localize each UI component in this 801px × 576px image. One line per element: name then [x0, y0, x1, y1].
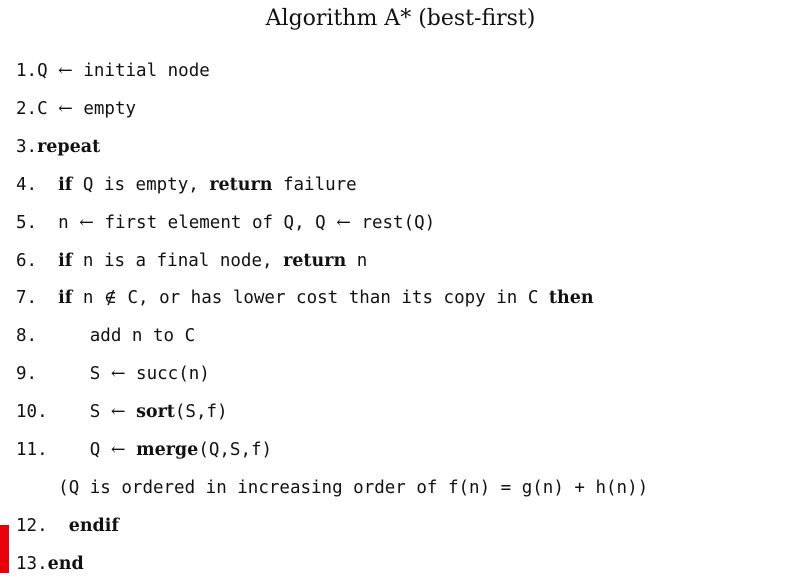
keyword: endif [68, 515, 119, 536]
algorithm-title: Algorithm A* (best-first) [265, 6, 536, 31]
code-text: (Q is ordered in increasing order of f(n… [58, 477, 649, 498]
keyword: repeat [37, 136, 101, 157]
code-text: succ(n) [125, 364, 210, 385]
line-number: 10. [16, 402, 48, 423]
code-text: empty [72, 98, 137, 119]
code-line: 8. add n to C [16, 324, 195, 348]
code-line: 7. if n ∉ C, or has lower cost than its … [16, 286, 594, 310]
code-text: n is a final node, [72, 250, 284, 271]
operator-symbol: ← [336, 212, 351, 233]
code-text: n [72, 288, 104, 309]
red-marker-bar [0, 525, 9, 573]
code-line: 3.repeat [16, 135, 100, 159]
line-number: 6. [16, 250, 38, 271]
operator-symbol: ← [58, 61, 73, 81]
code-line: 13.end [16, 552, 84, 576]
line-number: 11. [16, 440, 48, 460]
keyword: merge [136, 440, 199, 460]
code-line: 12. endif [16, 514, 119, 538]
code-line: (Q is ordered in increasing order of f(n… [16, 476, 648, 500]
code-text: (S,f) [174, 402, 228, 423]
keyword: sort [136, 402, 175, 423]
code-text: C, or has lower cost than its copy in C [116, 288, 549, 309]
keyword: if [58, 174, 73, 195]
operator-symbol: ← [110, 440, 126, 460]
keyword: return [209, 174, 273, 195]
operator-symbol: ∉ [103, 288, 117, 309]
code-line: 10. S ← sort(S,f) [16, 400, 228, 424]
keyword: end [47, 553, 84, 574]
code-text: rest(Q) [350, 212, 436, 233]
code-text: C [37, 98, 59, 119]
line-number: 2. [16, 98, 38, 119]
keyword: if [58, 250, 73, 271]
code-text: n [58, 212, 80, 233]
code-text: n [346, 250, 368, 271]
code-text: first element of Q, Q [93, 212, 337, 233]
code-text: Q [37, 61, 59, 81]
code-text: S [89, 364, 111, 385]
line-number: 3. [16, 136, 38, 157]
code-text: Q is empty, [72, 174, 210, 195]
code-text: (Q,S,f) [198, 440, 273, 460]
code-line: 2.C ← empty [16, 97, 136, 121]
line-number: 4. [16, 174, 38, 195]
code-text: add n to C [89, 326, 196, 347]
keyword: then [548, 288, 594, 309]
operator-symbol: ← [79, 212, 94, 233]
code-text: initial node [72, 61, 210, 81]
code-text: Q [89, 440, 111, 460]
line-number: 7. [16, 288, 38, 309]
code-line: 5. n ← first element of Q, Q ← rest(Q) [16, 211, 435, 235]
line-number: 9. [16, 364, 38, 385]
operator-symbol: ← [110, 402, 126, 423]
code-line: 4. if Q is empty, return failure [16, 173, 357, 197]
code-text: S [89, 402, 111, 423]
keyword: return [283, 250, 347, 271]
line-number: 12. [16, 515, 48, 536]
code-line: 11. Q ← merge(Q,S,f) [16, 438, 272, 462]
code-text: failure [272, 174, 357, 195]
code-line: 1.Q ← initial node [16, 59, 210, 83]
line-number: 1. [16, 61, 38, 81]
code-line: 6. if n is a final node, return n [16, 249, 367, 273]
line-number: 5. [16, 212, 38, 233]
keyword: if [58, 288, 73, 309]
code-line: 9. S ← succ(n) [16, 362, 210, 386]
operator-symbol: ← [110, 364, 126, 385]
operator-symbol: ← [58, 98, 73, 119]
line-number: 13. [16, 553, 48, 574]
line-number: 8. [16, 326, 38, 347]
